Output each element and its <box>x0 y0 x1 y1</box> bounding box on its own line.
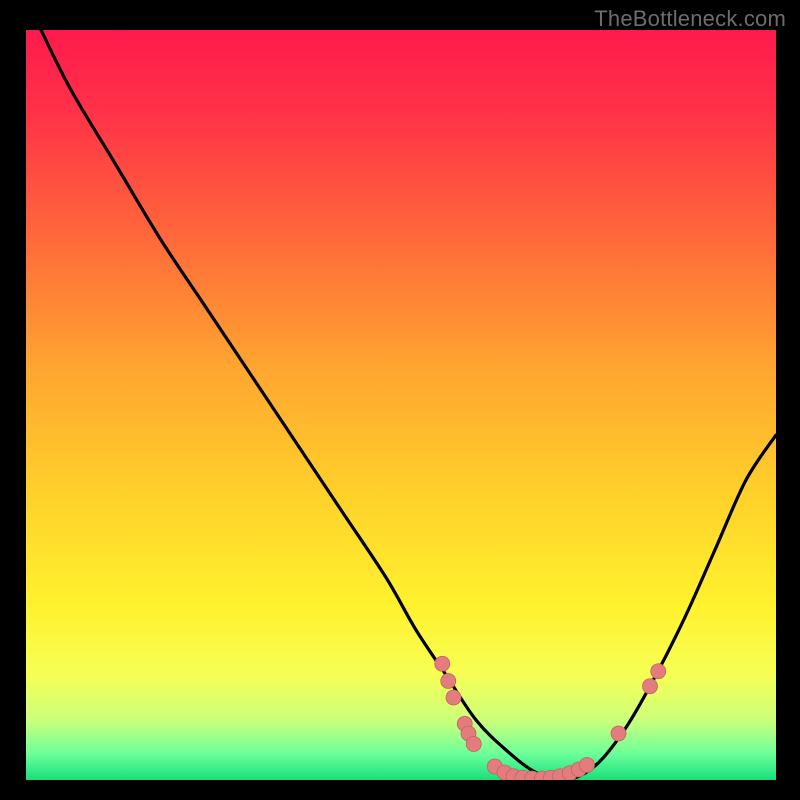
data-point <box>466 737 481 752</box>
data-point <box>446 690 461 705</box>
bottleneck-curve <box>41 30 776 780</box>
data-point <box>435 656 450 671</box>
plot-wrapper <box>26 30 776 780</box>
data-point <box>643 679 658 694</box>
watermark-text: TheBottleneck.com <box>594 6 786 32</box>
curve-layer <box>26 30 776 780</box>
data-point <box>580 758 595 773</box>
chart-frame: TheBottleneck.com <box>0 0 800 800</box>
data-point <box>611 726 626 741</box>
data-point <box>441 674 456 689</box>
data-point <box>651 664 666 679</box>
